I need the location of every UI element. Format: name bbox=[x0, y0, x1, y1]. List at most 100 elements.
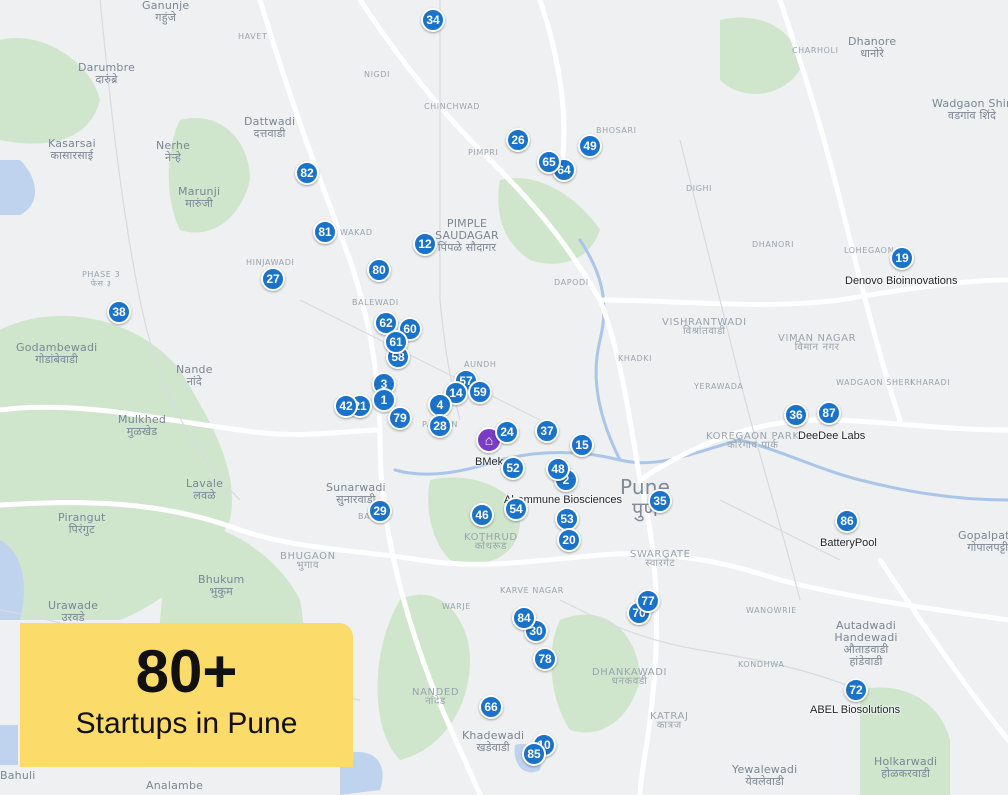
startup-pin[interactable]: 49 bbox=[578, 134, 602, 158]
startup-pin[interactable]: 12 bbox=[413, 232, 437, 256]
place-kothrud: KOTHRUD कोथरूड bbox=[464, 532, 518, 552]
place-urawade: Urawade उरवडे bbox=[48, 599, 99, 624]
place-koregaon-park: KOREGAON PARK कोरेगाव पार्क bbox=[706, 431, 800, 451]
locality-warje: WARJE bbox=[442, 602, 471, 611]
place-nanded: NANDED नांदेड bbox=[412, 687, 460, 707]
startup-pin[interactable]: 52 bbox=[501, 456, 525, 480]
locality-nigdi: NIGDI bbox=[364, 70, 391, 79]
place-analambe: Analambe bbox=[146, 779, 204, 792]
startup-pin[interactable]: 72 bbox=[844, 678, 868, 702]
startup-pin[interactable]: 38 bbox=[107, 300, 131, 324]
home-marker-label: BMek bbox=[475, 456, 504, 468]
place-bhukum: Bhukum भुकुम bbox=[198, 573, 245, 598]
startup-pin[interactable]: 34 bbox=[421, 8, 445, 32]
startup-pin[interactable]: 78 bbox=[533, 647, 557, 671]
startup-pin[interactable]: 24 bbox=[495, 420, 519, 444]
place-viman-nagar: VIMAN NAGAR विमान नगर bbox=[778, 333, 857, 353]
locality-chinchwad: CHINCHWAD bbox=[424, 102, 481, 111]
company-label-batterypool: BatteryPool bbox=[820, 537, 877, 549]
place-pimple-saudagar: PIMPLE SAUDAGAR पिंपळे सौदागर bbox=[435, 217, 499, 254]
startup-count: 80+ bbox=[135, 638, 238, 705]
startup-pin[interactable]: 48 bbox=[546, 457, 570, 481]
locality-wadgaon-sheri: WADGAON SHERI bbox=[836, 378, 914, 387]
locality-bhosari: BHOSARI bbox=[596, 126, 637, 135]
place-darumbre: Darumbre दारुंब्रे bbox=[78, 61, 136, 86]
startup-pin[interactable]: 42 bbox=[334, 394, 358, 418]
place-wadgaon-shinde: Wadgaon Shindeवडगांव शिंदे bbox=[932, 97, 1008, 122]
startup-count-badge: 80+ Startups in Pune bbox=[20, 623, 353, 767]
place-godambewadi: Godambewadi गोडांबेवाडी bbox=[16, 341, 98, 366]
startup-pin[interactable]: 81 bbox=[313, 220, 337, 244]
place-phase-3: PHASE 3 फेस ३ bbox=[82, 270, 121, 288]
place-autadwadi-handewadi: Autadwadi Handewadi औताडवाडी हांडेवाडी bbox=[834, 619, 898, 668]
startup-pin[interactable]: 87 bbox=[817, 401, 841, 425]
place-swargate: SWARGATE स्वारगेट bbox=[630, 549, 691, 569]
startup-pin[interactable]: 36 bbox=[784, 403, 808, 427]
locality-khadki: KHADKI bbox=[618, 354, 653, 363]
locality-wanowrie: WANOWRIE bbox=[746, 606, 797, 615]
place-nerhe: Nerhe नेऱ्हे bbox=[156, 139, 191, 164]
place-dattwadi: Dattwadi दत्तवाडी bbox=[244, 115, 296, 140]
place-dhankawadi: DHANKAWADI धनकवडी bbox=[592, 667, 668, 687]
locality-pimpri: PIMPRI bbox=[468, 148, 499, 157]
startup-pin[interactable]: 26 bbox=[506, 128, 530, 152]
place-khadewadi: Khadewadi खडेवाडी bbox=[462, 729, 525, 754]
place-dhanore: Dhanore धानोरे bbox=[848, 35, 897, 60]
home-icon: ⌂ bbox=[484, 432, 494, 448]
startup-pin[interactable]: 65 bbox=[537, 150, 561, 174]
startup-pin[interactable]: 86 bbox=[835, 509, 859, 533]
place-lavale: Lavale लवळे bbox=[186, 477, 224, 502]
locality-charholi: CHARHOLI bbox=[792, 46, 839, 55]
startup-pin[interactable]: 77 bbox=[636, 589, 660, 613]
locality-lohegaon: LOHEGAON bbox=[844, 246, 895, 255]
locality-yerawada: YERAWADA bbox=[694, 382, 744, 391]
startup-count-caption: Startups in Pune bbox=[75, 707, 298, 740]
locality-aundh: AUNDH bbox=[464, 360, 497, 369]
startup-pin[interactable]: 27 bbox=[261, 267, 285, 291]
startup-pin[interactable]: 37 bbox=[535, 419, 559, 443]
place-ganunje: Ganunje गहुंजे bbox=[142, 0, 190, 24]
locality-kondhwa: KONDHWA bbox=[738, 660, 785, 669]
startup-pin[interactable]: 29 bbox=[368, 499, 392, 523]
locality-havet: HAVET bbox=[238, 32, 268, 41]
startup-pin[interactable]: 80 bbox=[367, 258, 391, 282]
place-pirangut: Pirangut पिरंगुट bbox=[58, 511, 106, 536]
company-label-deedee: DeeDee Labs bbox=[798, 430, 866, 442]
place-gopalpatti: Gopalpattiगोपालपट्टी bbox=[958, 529, 1008, 554]
startup-pin[interactable]: 79 bbox=[388, 406, 412, 430]
place-vishrantwadi: VISHRANTWADI विश्रांतवाडी bbox=[662, 317, 747, 337]
place-bahuli: Bahuli bbox=[0, 769, 36, 782]
startup-pin[interactable]: 82 bbox=[295, 161, 319, 185]
place-yewalewadi: Yewalewadi येवलेवाडी bbox=[732, 763, 798, 788]
startup-pin[interactable]: 54 bbox=[504, 497, 528, 521]
company-label-denovo: Denovo Bioinnovations bbox=[845, 275, 958, 287]
locality-karve-nagar: KARVE NAGAR bbox=[500, 586, 564, 595]
place-mulkhed: Mulkhed मुळखेड bbox=[118, 413, 167, 438]
map-canvas[interactable]: Ganunje गहुंजे Darumbre दारुंब्रे Kasarsai… bbox=[0, 0, 1008, 795]
startup-pin[interactable]: 84 bbox=[512, 606, 536, 630]
startup-pin[interactable]: 61 bbox=[384, 330, 408, 354]
startup-pin[interactable]: 19 bbox=[890, 246, 914, 270]
startup-pin[interactable]: 59 bbox=[468, 380, 492, 404]
locality-kharadi: KHARADI bbox=[910, 378, 951, 387]
startup-pin[interactable]: 35 bbox=[648, 489, 672, 513]
startup-pin[interactable]: 46 bbox=[470, 503, 494, 527]
locality-hinjawadi: HINJAWADI bbox=[246, 258, 295, 267]
place-nande: Nande नांदे bbox=[176, 363, 213, 388]
locality-dighi: DIGHI bbox=[686, 184, 713, 193]
startup-pin[interactable]: 20 bbox=[557, 528, 581, 552]
place-kasarsai: Kasarsai कासारसाई bbox=[48, 137, 96, 162]
locality-balewadi: BALEWADI bbox=[352, 298, 399, 307]
startup-pin[interactable]: 85 bbox=[522, 742, 546, 766]
startup-pin[interactable]: 28 bbox=[428, 414, 452, 438]
place-holkarwadi: Holkarwadi होळकरवाडी bbox=[874, 755, 938, 780]
place-marunji: Marunji मारुंजी bbox=[178, 185, 221, 210]
locality-wakad: WAKAD bbox=[340, 228, 373, 237]
place-katraj: KATRAJ कात्रज bbox=[650, 711, 689, 731]
startup-pin[interactable]: 66 bbox=[479, 695, 503, 719]
startup-pin[interactable]: 15 bbox=[570, 433, 594, 457]
place-bhugaon: BHUGAON भुगाव bbox=[280, 551, 336, 571]
locality-dapodi: DAPODI bbox=[554, 278, 589, 287]
company-label-abel: ABEL Biosolutions bbox=[810, 704, 901, 716]
locality-dhanori: DHANORI bbox=[752, 240, 795, 249]
